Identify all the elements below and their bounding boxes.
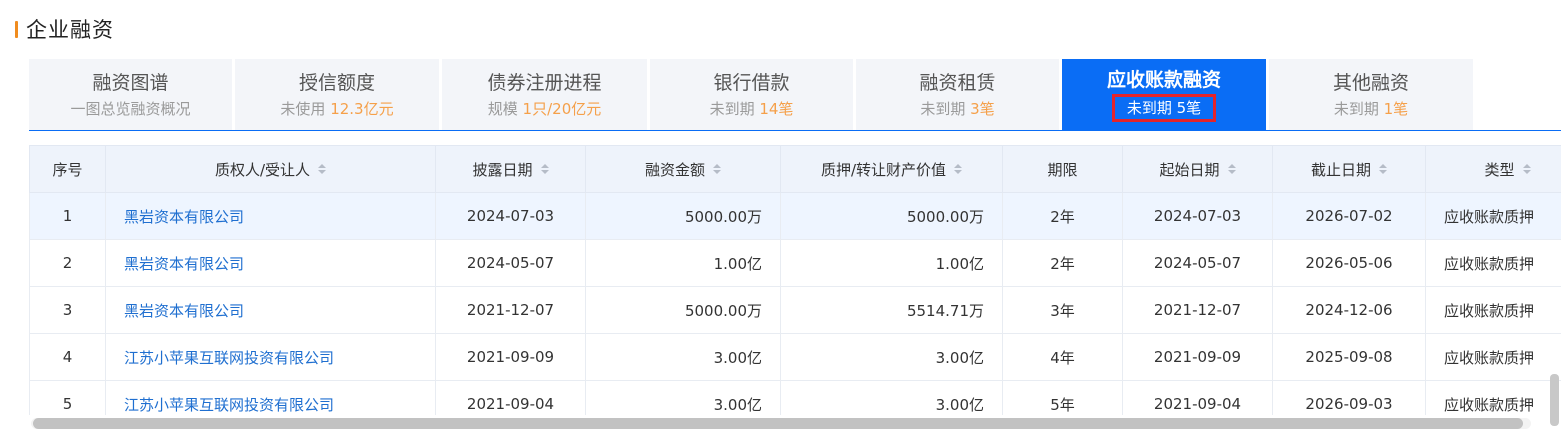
cell-start-date: 2021-12-07 <box>1122 286 1273 334</box>
cell-disclosure-date: 2024-05-07 <box>435 239 586 287</box>
tabs-underline <box>29 130 1561 131</box>
cell-term: 4年 <box>1002 333 1123 381</box>
horizontal-scrollbar-thumb[interactable] <box>33 418 1523 429</box>
cell-index: 3 <box>29 286 106 334</box>
tab-financing-map[interactable]: 融资图谱 一图总览融资概况 <box>29 59 232 130</box>
sort-icon[interactable] <box>954 164 963 174</box>
cell-end-date: 2025-09-08 <box>1272 333 1426 381</box>
cell-start-date: 2024-07-03 <box>1122 192 1273 240</box>
col-header-pledgee[interactable]: 质权人/受让人 <box>105 145 436 193</box>
cell-index: 1 <box>29 192 106 240</box>
cell-amount: 5000.00万 <box>585 192 781 240</box>
vertical-scrollbar-thumb[interactable] <box>1550 374 1559 426</box>
cell-property-value: 3.00亿 <box>780 333 1003 381</box>
cell-type: 应收账款质押 <box>1425 239 1561 287</box>
tab-label: 授信额度 <box>298 72 375 94</box>
col-header-property-value[interactable]: 质押/转让财产价值 <box>780 145 1003 193</box>
cell-type: 应收账款质押 <box>1425 380 1561 415</box>
tab-other-financing[interactable]: 其他融资 未到期 1笔 <box>1269 59 1473 130</box>
cell-type: 应收账款质押 <box>1425 286 1561 334</box>
col-header-type[interactable]: 类型 <box>1425 145 1561 193</box>
cell-start-date: 2024-05-07 <box>1122 239 1273 287</box>
tab-label: 其他融资 <box>1332 72 1409 94</box>
col-header-term: 期限 <box>1002 145 1123 193</box>
cell-term: 5年 <box>1002 380 1123 415</box>
cell-start-date: 2021-09-04 <box>1122 380 1273 415</box>
cell-term: 3年 <box>1002 286 1123 334</box>
tab-subtitle: 未到期 3笔 <box>920 100 995 118</box>
financing-tabs: 融资图谱 一图总览融资概况 授信额度 未使用 12.3亿元 债券注册进程 规模 … <box>29 59 1476 131</box>
cell-type: 应收账款质押 <box>1425 192 1561 240</box>
tab-subtitle: 规模 1只/20亿元 <box>487 100 602 118</box>
cell-pledgee-link[interactable]: 黑岩资本有限公司 <box>105 286 436 334</box>
tab-bond-registration[interactable]: 债券注册进程 规模 1只/20亿元 <box>442 59 647 130</box>
table-row: 4 江苏小苹果互联网投资有限公司 2021-09-09 3.00亿 3.00亿 … <box>29 333 1561 381</box>
cell-property-value: 5000.00万 <box>780 192 1003 240</box>
tab-label: 融资图谱 <box>92 72 169 94</box>
col-header-start-date[interactable]: 起始日期 <box>1122 145 1273 193</box>
tab-bank-loans[interactable]: 银行借款 未到期 14笔 <box>650 59 853 130</box>
cell-pledgee-link[interactable]: 江苏小苹果互联网投资有限公司 <box>105 380 436 415</box>
tab-subtitle: 一图总览融资概况 <box>70 100 191 118</box>
cell-amount: 1.00亿 <box>585 239 781 287</box>
cell-type: 应收账款质押 <box>1425 333 1561 381</box>
cell-pledgee-link[interactable]: 黑岩资本有限公司 <box>105 239 436 287</box>
cell-disclosure-date: 2021-09-09 <box>435 333 586 381</box>
cell-amount: 3.00亿 <box>585 380 781 415</box>
tab-subtitle: 未使用 12.3亿元 <box>280 100 394 118</box>
cell-index: 4 <box>29 333 106 381</box>
tab-receivables-financing[interactable]: 应收账款融资 未到期 5笔 <box>1062 59 1266 130</box>
sort-icon[interactable] <box>713 164 721 174</box>
cell-start-date: 2021-09-09 <box>1122 333 1273 381</box>
cell-pledgee-link[interactable]: 黑岩资本有限公司 <box>105 192 436 240</box>
cell-property-value: 5514.71万 <box>780 286 1003 334</box>
cell-end-date: 2026-07-02 <box>1272 192 1426 240</box>
cell-amount: 3.00亿 <box>585 333 781 381</box>
cell-term: 2年 <box>1002 239 1123 287</box>
cell-end-date: 2026-05-06 <box>1272 239 1426 287</box>
tab-label: 银行借款 <box>713 72 790 94</box>
col-header-disclosure-date[interactable]: 披露日期 <box>435 145 586 193</box>
sort-icon[interactable] <box>1227 164 1236 174</box>
cell-property-value: 3.00亿 <box>780 380 1003 415</box>
sort-icon[interactable] <box>1379 164 1387 174</box>
table-row: 5 江苏小苹果互联网投资有限公司 2021-09-04 3.00亿 3.00亿 … <box>29 380 1561 415</box>
cell-term: 2年 <box>1002 192 1123 240</box>
tab-label: 债券注册进程 <box>487 72 602 94</box>
cell-pledgee-link[interactable]: 江苏小苹果互联网投资有限公司 <box>105 333 436 381</box>
cell-disclosure-date: 2021-09-04 <box>435 380 586 415</box>
tab-subtitle: 未到期 14笔 <box>709 100 794 118</box>
table-row: 3 黑岩资本有限公司 2021-12-07 5000.00万 5514.71万 … <box>29 286 1561 334</box>
col-header-amount[interactable]: 融资金额 <box>585 145 781 193</box>
tab-label: 融资租赁 <box>919 72 996 94</box>
tab-financial-leasing[interactable]: 融资租赁 未到期 3笔 <box>856 59 1059 130</box>
col-header-index: 序号 <box>29 145 106 193</box>
cell-end-date: 2026-09-03 <box>1272 380 1426 415</box>
tab-subtitle: 未到期 5笔 <box>1111 93 1217 122</box>
cell-amount: 5000.00万 <box>585 286 781 334</box>
table-row: 2 黑岩资本有限公司 2024-05-07 1.00亿 1.00亿 2年 202… <box>29 239 1561 287</box>
sort-icon[interactable] <box>540 164 549 174</box>
tab-subtitle: 未到期 1笔 <box>1333 100 1409 118</box>
sort-icon[interactable] <box>318 164 327 174</box>
section-title: 企业融资 <box>26 18 114 42</box>
tab-credit-line[interactable]: 授信额度 未使用 12.3亿元 <box>235 59 439 130</box>
tab-label: 应收账款融资 <box>1106 68 1221 91</box>
sort-icon[interactable] <box>1522 164 1531 174</box>
cell-disclosure-date: 2021-12-07 <box>435 286 586 334</box>
horizontal-scrollbar[interactable] <box>31 418 1531 429</box>
receivables-table-container[interactable]: 序号 质权人/受让人 披露日期 融资金额 质押/转让财产价值 期限 起始日期 截… <box>29 145 1561 415</box>
cell-end-date: 2024-12-06 <box>1272 286 1426 334</box>
section-accent-bar <box>15 20 18 38</box>
cell-index: 5 <box>29 380 106 415</box>
cell-property-value: 1.00亿 <box>780 239 1003 287</box>
cell-index: 2 <box>29 239 106 287</box>
table-header-row: 序号 质权人/受让人 披露日期 融资金额 质押/转让财产价值 期限 起始日期 截… <box>29 145 1561 193</box>
receivables-table: 序号 质权人/受让人 披露日期 融资金额 质押/转让财产价值 期限 起始日期 截… <box>29 145 1561 415</box>
table-row: 1 黑岩资本有限公司 2024-07-03 5000.00万 5000.00万 … <box>29 192 1561 240</box>
cell-disclosure-date: 2024-07-03 <box>435 192 586 240</box>
section-header: 企业融资 <box>15 14 114 44</box>
col-header-end-date[interactable]: 截止日期 <box>1272 145 1426 193</box>
